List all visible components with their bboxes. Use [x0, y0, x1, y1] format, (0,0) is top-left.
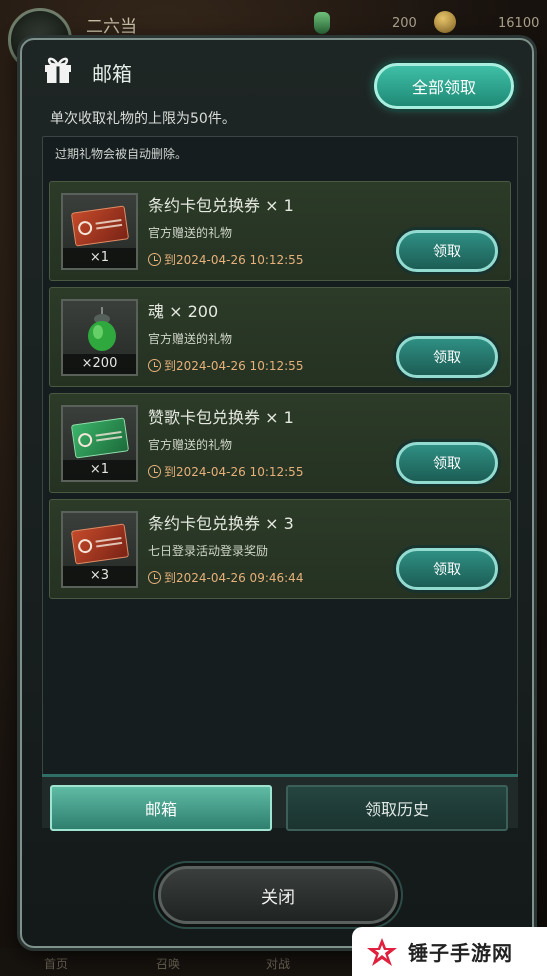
item-count: ×1 — [63, 460, 136, 480]
expire-notice: 过期礼物会被自动删除。 — [55, 147, 188, 161]
game-screen: 二六当 200 16100 首页 召唤 对战 邮箱 全部领取 单次收取礼物的上限… — [0, 0, 547, 976]
item-thumbnail: ×1 — [61, 405, 138, 482]
item-thumbnail: ×200 — [61, 299, 138, 376]
close-button[interactable]: 关闭 — [158, 866, 398, 924]
watermark-text: 锤子手游网 — [408, 941, 513, 965]
item-source: 官方赠送的礼物 — [148, 438, 233, 452]
clock-icon — [148, 253, 161, 266]
expiry-text: 到2024-04-26 10:12:55 — [164, 465, 304, 479]
item-title: 条约卡包兑换券 × 3 — [148, 514, 294, 533]
item-source: 官方赠送的礼物 — [148, 226, 233, 240]
clock-icon — [148, 359, 161, 372]
clock-icon — [148, 571, 161, 584]
item-title: 赞歌卡包兑换券 × 1 — [148, 408, 294, 427]
item-expiry: 到2024-04-26 09:46:44 — [148, 569, 303, 586]
site-watermark: 锤子手游网 — [352, 927, 547, 976]
claim-button[interactable]: 领取 — [396, 548, 498, 590]
expiry-text: 到2024-04-26 10:12:55 — [164, 253, 304, 267]
dialog-title: 邮箱 — [92, 62, 132, 86]
soul-lantern-icon — [88, 307, 116, 351]
item-count: ×200 — [63, 354, 136, 374]
item-title: 魂 × 200 — [148, 302, 219, 321]
mail-item: ×1 赞歌卡包兑换券 × 1 官方赠送的礼物 到2024-04-26 10:12… — [49, 393, 511, 493]
mail-item: ×200 魂 × 200 官方赠送的礼物 到2024-04-26 10:12:5… — [49, 287, 511, 387]
red-ticket-icon — [70, 205, 130, 247]
claim-button[interactable]: 领取 — [396, 230, 498, 272]
green-ticket-icon — [70, 417, 130, 459]
soul-count: 200 — [392, 16, 417, 31]
clock-icon — [148, 465, 161, 478]
soul-flask-icon — [314, 12, 330, 34]
mail-item: ×3 条约卡包兑换券 × 3 七日登录活动登录奖励 到2024-04-26 09… — [49, 499, 511, 599]
claim-all-button[interactable]: 全部领取 — [374, 63, 514, 109]
tab-mailbox[interactable]: 邮箱 — [50, 785, 272, 831]
mailbox-dialog: 邮箱 全部领取 单次收取礼物的上限为50件。 过期礼物会被自动删除。 ×1 条约… — [20, 38, 534, 948]
expiry-text: 到2024-04-26 09:46:44 — [164, 571, 304, 585]
red-ticket-icon — [70, 523, 130, 565]
claim-button[interactable]: 领取 — [396, 336, 498, 378]
item-expiry: 到2024-04-26 10:12:55 — [148, 251, 303, 268]
nav-home[interactable]: 首页 — [44, 955, 68, 972]
limit-notice: 单次收取礼物的上限为50件。 — [50, 111, 236, 127]
claim-button[interactable]: 领取 — [396, 442, 498, 484]
gold-coin-icon — [434, 11, 456, 33]
item-source: 官方赠送的礼物 — [148, 332, 233, 346]
mailbox-tabs: 邮箱 领取历史 — [42, 774, 518, 831]
dialog-header: 邮箱 全部领取 — [22, 40, 532, 109]
item-thumbnail: ×3 — [61, 511, 138, 588]
item-source: 七日登录活动登录奖励 — [148, 544, 269, 558]
expiry-text: 到2024-04-26 10:12:55 — [164, 359, 304, 373]
mail-item: ×1 条约卡包兑换券 × 1 官方赠送的礼物 到2024-04-26 10:12… — [49, 181, 511, 281]
item-expiry: 到2024-04-26 10:12:55 — [148, 357, 303, 374]
item-count: ×1 — [63, 248, 136, 268]
item-expiry: 到2024-04-26 10:12:55 — [148, 463, 303, 480]
tab-claim-history[interactable]: 领取历史 — [286, 785, 508, 831]
item-thumbnail: ×1 — [61, 193, 138, 270]
item-title: 条约卡包兑换券 × 1 — [148, 196, 294, 215]
nav-summon[interactable]: 召唤 — [156, 955, 180, 972]
gift-icon — [45, 57, 71, 83]
watermark-logo-icon — [367, 937, 397, 966]
item-count: ×3 — [63, 566, 136, 586]
player-name: 二六当 — [86, 17, 137, 37]
nav-battle[interactable]: 对战 — [266, 955, 290, 972]
gold-count: 16100 — [498, 16, 540, 31]
mail-list-panel: 过期礼物会被自动删除。 ×1 条约卡包兑换券 × 1 官方赠送的礼物 到2024… — [42, 136, 518, 828]
